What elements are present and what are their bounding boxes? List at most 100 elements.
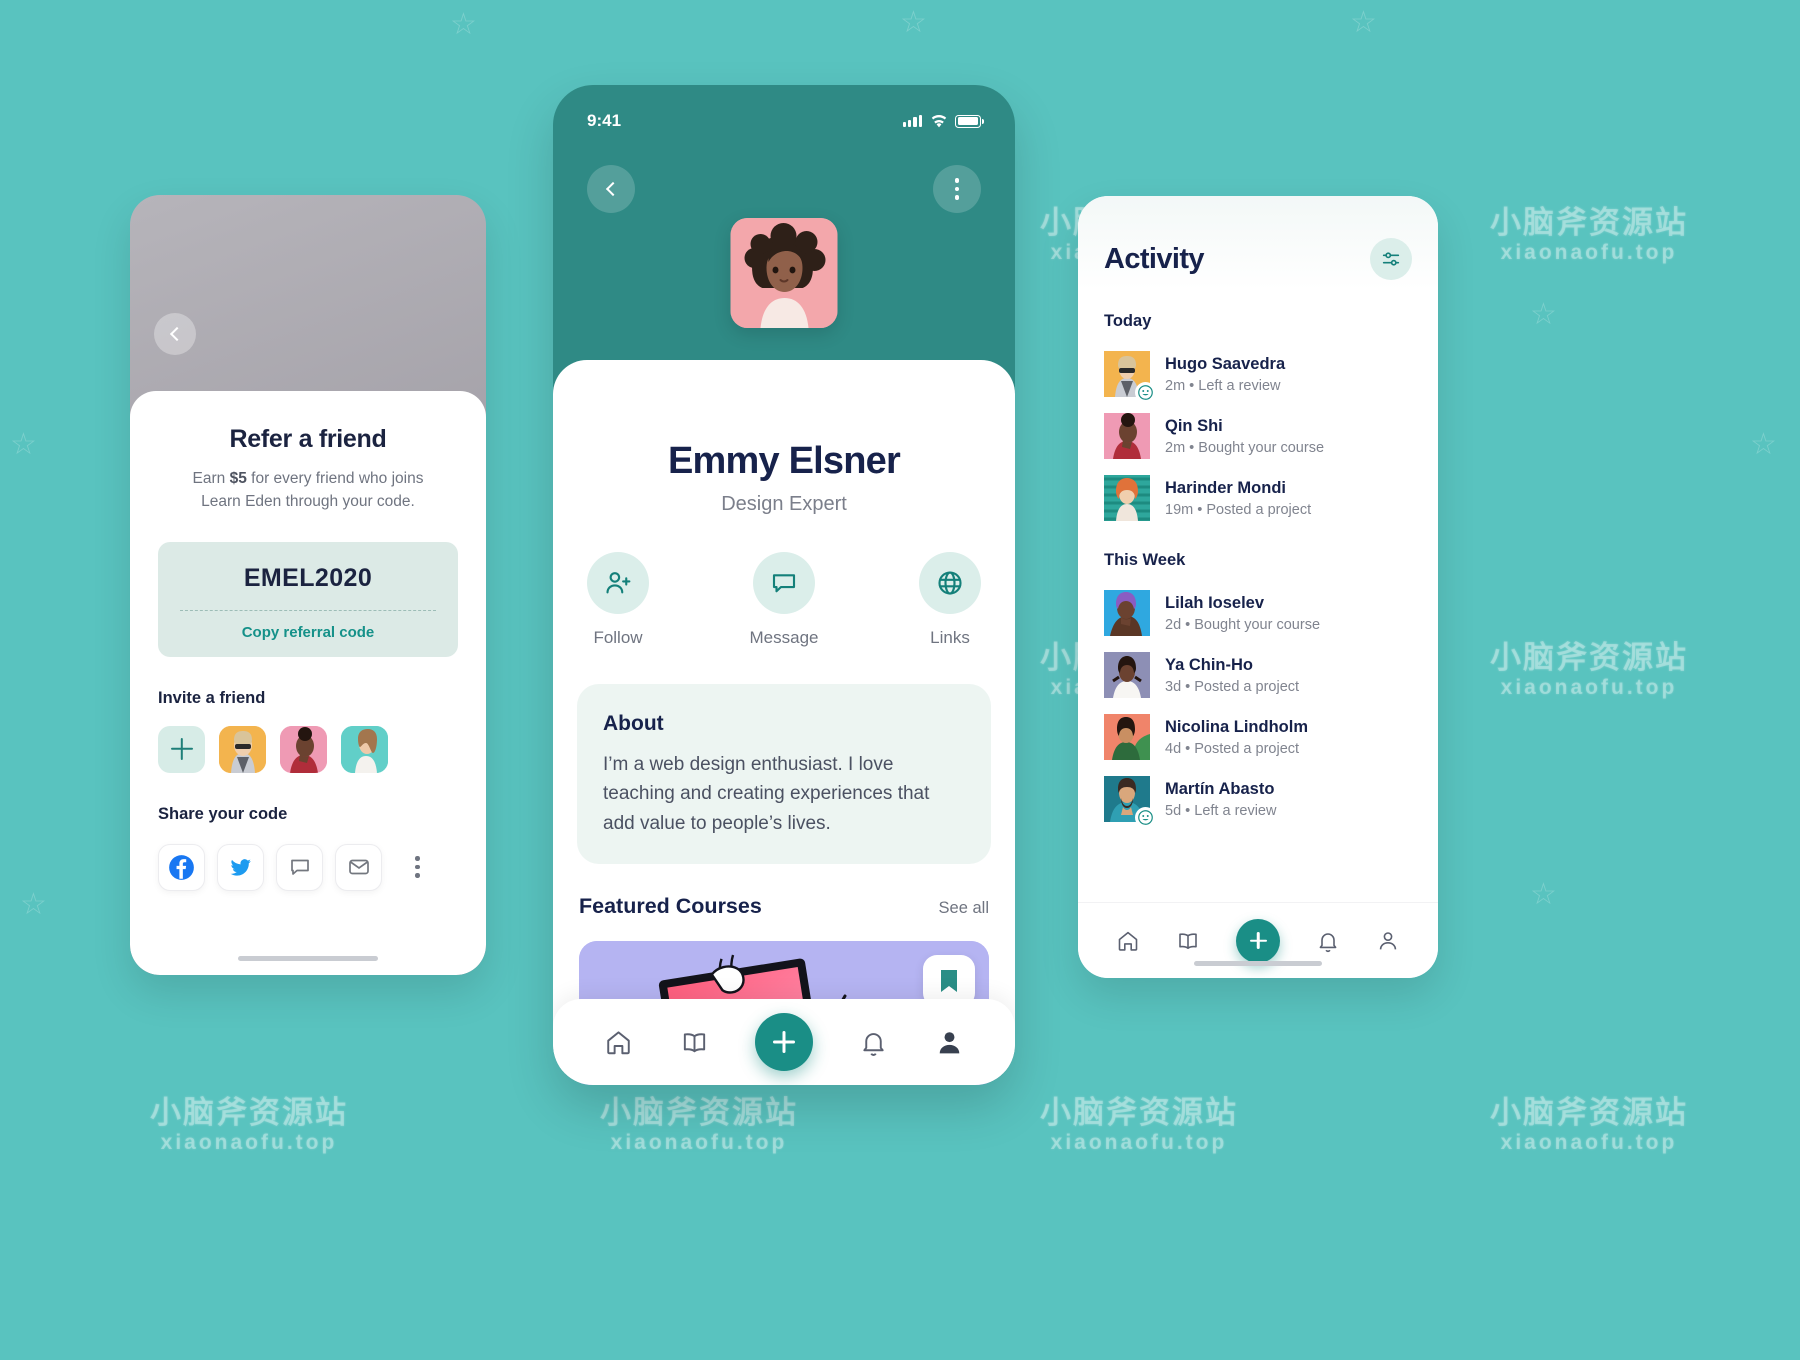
more-options-button[interactable] — [933, 165, 981, 213]
message-button[interactable]: Message — [738, 552, 830, 648]
avatar-photo — [1104, 475, 1150, 521]
battery-full-icon — [955, 114, 984, 128]
divider — [180, 609, 436, 611]
chevron-left-icon — [605, 181, 621, 197]
activity-row[interactable]: Nicolina Lindholm 4d • Posted a project — [1104, 706, 1412, 768]
watermark: 小脑斧资源站xiaonaofu.top — [1490, 205, 1688, 264]
activity-meta: 4d • Posted a project — [1165, 740, 1300, 757]
twitter-share-button[interactable] — [217, 843, 264, 891]
email-share-button[interactable] — [335, 843, 382, 891]
referral-code-box[interactable]: EMEL2020 Copy referral code — [158, 541, 458, 657]
avatar-photo — [1104, 714, 1150, 760]
activity-user-name: Qin Shi — [1165, 416, 1223, 435]
avatar[interactable] — [1104, 590, 1150, 636]
tab-add[interactable] — [1236, 918, 1280, 963]
links-label: Links — [930, 628, 970, 647]
tab-add[interactable] — [754, 1013, 813, 1071]
message-share-button[interactable] — [276, 843, 323, 891]
activity-row[interactable]: Martín Abasto 5d • Left a review — [1104, 768, 1412, 830]
refer-sheet: Refer a friend Earn $5 for every friend … — [130, 391, 486, 975]
activity-user-name: Ya Chin-Ho — [1165, 655, 1254, 674]
star-decoration: ☆ — [900, 6, 927, 39]
tab-profile[interactable] — [935, 1028, 964, 1057]
activity-user-name: Martín Abasto — [1165, 779, 1275, 798]
tab-profile[interactable] — [1376, 929, 1400, 953]
tab-notifications[interactable] — [1316, 929, 1340, 953]
cellular-bars-icon — [902, 114, 922, 127]
invite-avatar[interactable] — [280, 725, 327, 773]
avatar[interactable] — [1104, 776, 1156, 828]
chevron-left-icon — [169, 326, 185, 342]
tab-library[interactable] — [1176, 929, 1200, 953]
avatar-photo — [1104, 652, 1150, 698]
profile-actions: Follow Message Links — [553, 552, 1015, 648]
watermark: 小脑斧资源站xiaonaofu.top — [1490, 1095, 1688, 1154]
avatar[interactable] — [1104, 413, 1150, 459]
book-icon — [1179, 932, 1197, 949]
follow-label: Follow — [593, 628, 643, 647]
add-friend-button[interactable] — [158, 725, 205, 773]
links-button[interactable]: Links — [904, 552, 996, 648]
avatar[interactable] — [1104, 652, 1150, 698]
see-all-link[interactable]: See all — [939, 899, 989, 918]
person-icon — [1379, 931, 1397, 949]
activity-header: Activity — [1078, 196, 1438, 290]
subtitle-part-2: for every friend who joins — [246, 470, 424, 487]
avatar[interactable] — [1104, 714, 1150, 760]
book-icon — [683, 1032, 705, 1052]
back-button[interactable] — [154, 313, 196, 355]
status-bar: 9:41 — [553, 85, 1015, 141]
follow-icon-circle — [587, 552, 649, 614]
invite-avatar[interactable] — [341, 725, 388, 773]
avatar-photo — [1104, 590, 1150, 636]
share-button-row — [158, 843, 458, 891]
home-icon — [1118, 931, 1138, 951]
activity-row[interactable]: Harinder Mondi 19m • Posted a project — [1104, 467, 1412, 529]
globe-icon — [938, 571, 962, 595]
tab-library[interactable] — [680, 1028, 709, 1057]
activity-user-name: Harinder Mondi — [1165, 478, 1287, 497]
activity-text: Qin Shi 2m • Bought your course — [1165, 417, 1324, 456]
activity-meta: 19m • Posted a project — [1165, 501, 1312, 518]
activity-user-name: Hugo Saavedra — [1165, 354, 1286, 373]
activity-text: Martín Abasto 5d • Left a review — [1165, 780, 1276, 819]
facebook-icon — [169, 854, 194, 880]
tab-notifications[interactable] — [859, 1028, 888, 1057]
page-title: Activity — [1104, 242, 1205, 275]
copy-referral-code-button[interactable]: Copy referral code — [168, 624, 448, 641]
avatar[interactable] — [1104, 475, 1150, 521]
activity-row[interactable]: Hugo Saavedra 2m • Left a review — [1104, 343, 1412, 405]
plus-icon — [171, 738, 193, 760]
referral-code-value: EMEL2020 — [243, 563, 373, 592]
activity-user-name: Nicolina Lindholm — [1165, 717, 1308, 736]
sliders-icon — [1382, 252, 1400, 266]
activity-row[interactable]: Ya Chin-Ho 3d • Posted a project — [1104, 644, 1412, 706]
message-icon — [290, 859, 309, 875]
about-title: About — [603, 712, 664, 735]
tab-home[interactable] — [1116, 929, 1140, 953]
avatar[interactable] — [1104, 351, 1156, 403]
more-share-button[interactable] — [394, 843, 441, 891]
subtitle-part-1: Earn — [192, 470, 230, 487]
home-icon — [607, 1030, 630, 1054]
bell-icon — [1319, 932, 1337, 952]
more-vertical-icon — [954, 178, 960, 200]
tab-home[interactable] — [604, 1028, 633, 1057]
watermark: 小脑斧资源站xiaonaofu.top — [150, 1095, 348, 1154]
user-role: Design Expert — [721, 493, 847, 515]
reward-amount: $5 — [229, 470, 247, 487]
filter-button[interactable] — [1370, 238, 1412, 280]
activity-group-title: Today — [1104, 312, 1152, 330]
watermark: 小脑斧资源站xiaonaofu.top — [600, 1095, 798, 1154]
activity-row[interactable]: Qin Shi 2m • Bought your course — [1104, 405, 1412, 467]
star-decoration: ☆ — [1750, 428, 1777, 461]
facebook-share-button[interactable] — [158, 843, 205, 891]
watermark: 小脑斧资源站xiaonaofu.top — [1490, 640, 1688, 699]
follow-button[interactable]: Follow — [572, 552, 664, 648]
invite-avatar[interactable] — [219, 725, 266, 773]
profile-avatar[interactable] — [730, 218, 838, 328]
star-decoration: ☆ — [450, 8, 477, 41]
activity-row[interactable]: Lilah Ioselev 2d • Bought your course — [1104, 582, 1412, 644]
back-button[interactable] — [587, 165, 635, 213]
twitter-icon — [230, 858, 251, 876]
